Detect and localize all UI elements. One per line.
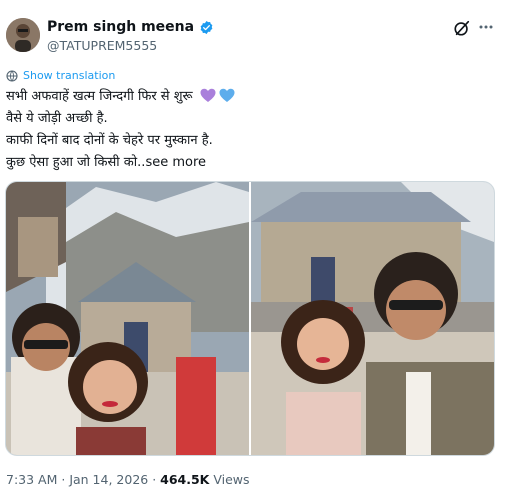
- tweet-date[interactable]: Jan 14, 2026: [69, 472, 148, 487]
- blue-heart-icon: [219, 88, 235, 102]
- show-translation-link[interactable]: Show translation: [6, 69, 115, 82]
- tweet-line-2: वैसे ये जोड़ी अच्छी है.: [6, 111, 108, 126]
- views-label: Views: [213, 472, 250, 487]
- tweet-time[interactable]: 7:33 AM: [6, 472, 57, 487]
- avatar[interactable]: [6, 18, 40, 52]
- more-options-icon[interactable]: [478, 22, 494, 32]
- tweet-card: Prem singh meena @TATUPREM5555 Show tran…: [0, 0, 513, 499]
- grok-icon[interactable]: [453, 19, 471, 37]
- meta-separator-2: ·: [148, 472, 161, 487]
- author-name-row[interactable]: Prem singh meena: [47, 19, 214, 35]
- author-handle[interactable]: @TATUPREM5555: [47, 38, 157, 53]
- show-translation-label[interactable]: Show translation: [23, 69, 115, 82]
- tweet-text: सभी अफवाहें खत्म जिन्दगी फिर से शुरू वैस…: [6, 86, 496, 174]
- media-photo-2[interactable]: [251, 182, 494, 455]
- media-grid: [5, 181, 495, 456]
- views-count: 464.5K: [160, 472, 210, 487]
- tweet-line-1-text: सभी अफवाहें खत्म जिन्दगी फिर से शुरू: [6, 89, 193, 104]
- media-photo-1[interactable]: [6, 182, 249, 455]
- tweet-line-1: सभी अफवाहें खत्म जिन्दगी फिर से शुरू: [6, 86, 496, 108]
- see-more-link[interactable]: see more: [145, 155, 206, 170]
- verified-badge-icon: [200, 20, 213, 34]
- tweet-line-4: कुछ ऐसा हुआ जो किसी को..see more: [6, 152, 496, 174]
- globe-icon: [6, 69, 18, 82]
- tweet-meta: 7:33 AM · Jan 14, 2026 · 464.5K Views: [6, 472, 250, 487]
- author-name[interactable]: Prem singh meena: [47, 19, 194, 35]
- photo-1-image: [6, 182, 249, 455]
- photo-2-image: [251, 182, 494, 455]
- tweet-line-3: काफी दिनों बाद दोनों के चेहरे पर मुस्कान…: [6, 133, 213, 148]
- purple-heart-icon: [200, 88, 216, 102]
- meta-separator: ·: [57, 472, 70, 487]
- tweet-line-4-text: कुछ ऐसा हुआ जो किसी को..: [6, 155, 146, 170]
